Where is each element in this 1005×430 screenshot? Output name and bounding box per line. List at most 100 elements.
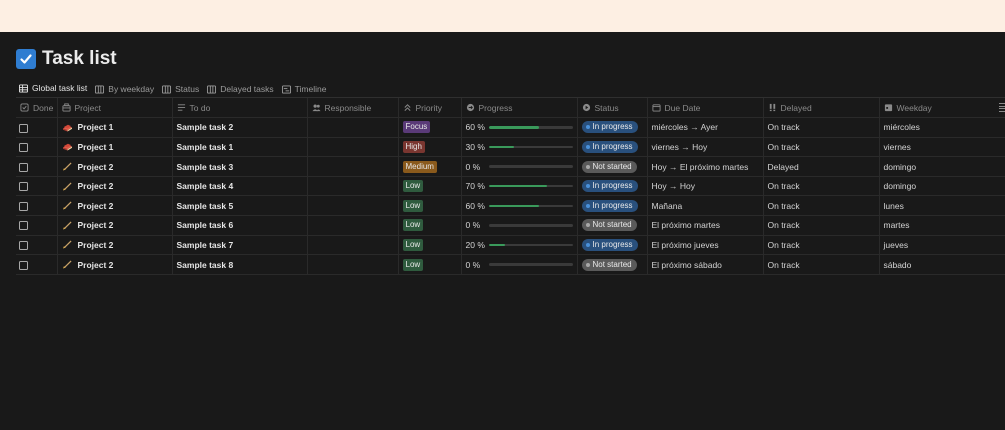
responsible-cell[interactable] — [307, 195, 399, 217]
tab-by-weekday[interactable]: By weekday — [92, 84, 159, 98]
responsible-cell[interactable] — [307, 176, 399, 197]
done-cell — [16, 235, 58, 256]
project-link[interactable]: Project 2 — [78, 201, 114, 211]
progress-cell: 0 % — [461, 156, 578, 177]
project-link[interactable]: Project 1 — [78, 142, 114, 152]
project-cell[interactable]: Project 1 — [57, 117, 173, 138]
done-checkbox[interactable] — [19, 162, 28, 172]
table-row[interactable]: Project 1 Sample task 2 Focus 60 % In progre… — [16, 117, 1005, 138]
priority-cell[interactable]: Low — [398, 176, 462, 197]
weekday-cell: jueves — [879, 235, 1005, 256]
responsible-cell[interactable] — [307, 117, 399, 138]
brush-icon — [62, 260, 73, 269]
tab-timeline[interactable]: Timeline — [279, 84, 332, 98]
status-cell[interactable]: Not started — [577, 254, 648, 275]
due-date-cell[interactable]: Hoy → El próximo martes — [647, 156, 764, 177]
project-link[interactable]: Project 2 — [78, 240, 114, 250]
priority-cell[interactable]: Low — [398, 254, 462, 275]
table-row[interactable]: Project 2 Sample task 8 Low 0 % Not started E… — [16, 254, 1005, 275]
responsible-cell[interactable] — [307, 156, 399, 177]
priority-cell[interactable]: Low — [398, 195, 462, 217]
project-cell[interactable]: Project 2 — [57, 254, 173, 275]
priority-cell[interactable]: Low — [398, 215, 462, 236]
due-date-cell[interactable]: Mañana — [647, 195, 764, 217]
column-header-progress[interactable]: Progress — [461, 98, 578, 119]
project-link[interactable]: Project 2 — [78, 260, 114, 270]
status-cell[interactable]: In progress — [577, 117, 648, 138]
project-cell[interactable]: Project 2 — [57, 195, 173, 217]
status-cell[interactable]: In progress — [577, 176, 648, 197]
todo-cell[interactable]: Sample task 1 — [172, 137, 308, 158]
page-cover — [0, 0, 1005, 32]
priority-cell[interactable]: High — [398, 137, 462, 158]
due-date-cell[interactable]: El próximo jueves — [647, 235, 764, 256]
page-title[interactable]: Task list — [42, 48, 117, 70]
column-header-done[interactable]: Done — [16, 98, 58, 119]
done-checkbox[interactable] — [19, 241, 28, 251]
todo-cell[interactable]: Sample task 4 — [172, 176, 308, 197]
due-date-cell[interactable]: Hoy → Hoy — [647, 176, 764, 197]
tab-global-task-list[interactable]: Global task list — [16, 83, 93, 98]
todo-cell[interactable]: Sample task 5 — [172, 195, 308, 217]
done-checkbox[interactable] — [19, 143, 28, 153]
responsible-cell[interactable] — [307, 137, 399, 158]
todo-cell[interactable]: Sample task 7 — [172, 235, 308, 256]
project-link[interactable]: Project 2 — [78, 162, 114, 172]
table-row[interactable]: Project 2 Sample task 6 Low 0 % Not started E… — [16, 215, 1005, 236]
status-cell[interactable]: In progress — [577, 137, 648, 158]
column-header-responsible[interactable]: Responsible — [307, 98, 399, 119]
table-row[interactable]: Project 2 Sample task 7 Low 20 % In progress… — [16, 235, 1005, 256]
due-date-cell[interactable]: El próximo martes — [647, 215, 764, 236]
column-menu-icon[interactable] — [999, 98, 1005, 117]
project-cell[interactable]: Project 2 — [57, 176, 173, 197]
tab-delayed-tasks[interactable]: Delayed tasks — [204, 84, 278, 98]
project-link[interactable]: Project 2 — [78, 181, 114, 191]
done-checkbox[interactable] — [19, 221, 28, 231]
tab-status[interactable]: Status — [159, 84, 204, 98]
responsible-cell[interactable] — [307, 235, 399, 256]
table-row[interactable]: Project 1 Sample task 1 High 30 % In progres… — [16, 137, 1005, 158]
status-cell[interactable]: Not started — [577, 215, 648, 236]
done-checkbox[interactable] — [19, 260, 28, 270]
column-header-project[interactable]: Project — [57, 98, 173, 119]
todo-cell[interactable]: Sample task 3 — [172, 156, 308, 177]
status-cell[interactable]: In progress — [577, 235, 648, 256]
responsible-cell[interactable] — [307, 254, 399, 275]
formula-icon — [466, 103, 474, 112]
project-link[interactable]: Project 2 — [78, 220, 114, 230]
due-date-cell[interactable]: viernes → Hoy — [647, 137, 764, 158]
done-checkbox[interactable] — [19, 123, 28, 133]
column-header-weekday[interactable]: Weekday — [879, 98, 1005, 119]
project-cell[interactable]: Project 2 — [57, 235, 173, 256]
responsible-cell[interactable] — [307, 215, 399, 236]
done-checkbox[interactable] — [19, 182, 28, 192]
status-cell[interactable]: In progress — [577, 195, 648, 217]
project-cell[interactable]: Project 2 — [57, 215, 173, 236]
table-row[interactable]: Project 2 Sample task 5 Low 60 % In progress… — [16, 195, 1005, 217]
done-checkbox[interactable] — [19, 201, 28, 211]
due-date-cell[interactable]: El próximo sábado — [647, 254, 764, 275]
column-header-todo[interactable]: To do — [172, 98, 308, 119]
project-cell[interactable]: Project 1 — [57, 137, 173, 158]
priority-cell[interactable]: Focus — [398, 117, 462, 138]
column-header-status[interactable]: Status — [577, 98, 648, 119]
table-row[interactable]: Project 2 Sample task 3 Medium 0 % Not start… — [16, 156, 1005, 177]
progress-bar — [488, 126, 573, 129]
project-link[interactable]: Project 1 — [78, 122, 114, 132]
status-label: Not started — [592, 259, 632, 269]
priority-cell[interactable]: Medium — [398, 156, 462, 177]
column-header-priority[interactable]: Priority — [398, 98, 462, 119]
todo-cell[interactable]: Sample task 2 — [172, 117, 308, 138]
priority-cell[interactable]: Low — [398, 235, 462, 256]
todo-cell[interactable]: Sample task 8 — [172, 254, 308, 275]
task-title: Sample task 6 — [176, 220, 234, 231]
column-header-delayed[interactable]: Delayed — [763, 98, 880, 119]
task-title: Sample task 4 — [176, 181, 234, 192]
project-cell[interactable]: Project 2 — [57, 156, 173, 177]
status-cell[interactable]: Not started — [577, 156, 648, 177]
table-row[interactable]: Project 2 Sample task 4 Low 70 % In progress… — [16, 176, 1005, 197]
checkbox-icon — [20, 103, 29, 112]
column-header-due-date[interactable]: Due Date — [647, 98, 764, 119]
due-date-cell[interactable]: miércoles → Ayer — [647, 117, 764, 138]
todo-cell[interactable]: Sample task 6 — [172, 215, 308, 236]
